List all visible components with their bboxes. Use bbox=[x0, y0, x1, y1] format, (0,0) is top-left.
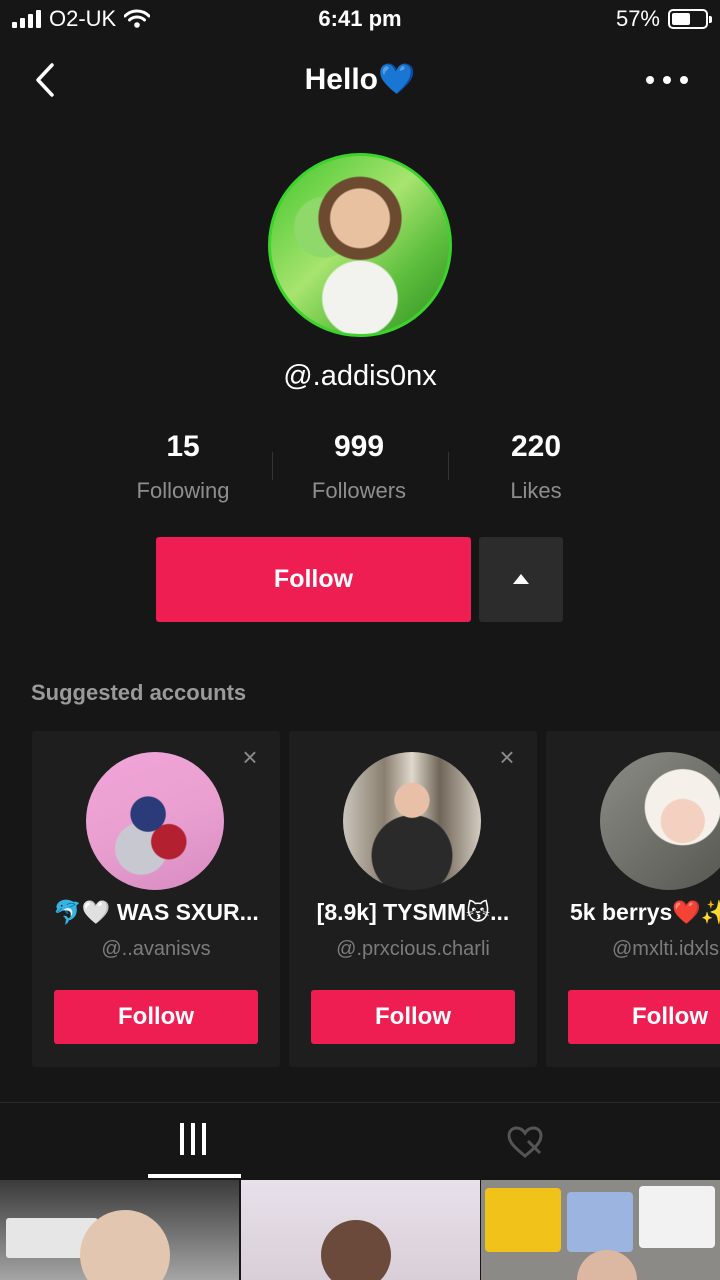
active-tab-indicator bbox=[148, 1174, 241, 1178]
more-dot-icon bbox=[680, 76, 688, 84]
suggested-avatar[interactable] bbox=[86, 752, 224, 890]
suggested-handle: @mxlti.idxls bbox=[612, 938, 719, 960]
more-options-button[interactable] bbox=[646, 76, 688, 84]
follow-button[interactable]: Follow bbox=[156, 537, 471, 622]
suggested-account-card[interactable]: × [8.9k] TYSMM😽... @.prxcious.charli Fol… bbox=[289, 731, 537, 1067]
battery-icon bbox=[668, 9, 712, 29]
page-title: Hello💙 bbox=[304, 63, 416, 96]
caret-up-icon bbox=[513, 574, 529, 584]
tab-videos[interactable] bbox=[0, 1103, 360, 1179]
stat-value: 999 bbox=[333, 430, 385, 463]
video-thumbnail[interactable] bbox=[0, 1180, 239, 1280]
stat-label: Likes bbox=[510, 478, 562, 503]
suggested-follow-button[interactable]: Follow bbox=[568, 990, 720, 1044]
battery-fill bbox=[672, 13, 690, 25]
suggested-account-card[interactable]: × 🐬🤍 WAS SXUR... @..avanisvs Follow bbox=[32, 731, 280, 1067]
videos-grid-icon bbox=[180, 1123, 206, 1155]
suggested-follow-button[interactable]: Follow bbox=[54, 990, 258, 1044]
suggested-handle: @..avanisvs bbox=[101, 938, 211, 960]
profile-avatar[interactable] bbox=[268, 153, 452, 337]
profile-tab-bar bbox=[0, 1102, 720, 1179]
profile-username: @.addis0nx bbox=[283, 360, 437, 392]
stat-value: 15 bbox=[166, 430, 200, 463]
suggested-name: [8.9k] TYSMM😽... bbox=[316, 899, 510, 925]
suggested-avatar[interactable] bbox=[600, 752, 720, 890]
stat-following[interactable]: 15 Following bbox=[95, 430, 271, 504]
video-thumbnail[interactable] bbox=[481, 1180, 720, 1280]
stat-label: Following bbox=[136, 478, 230, 503]
suggested-avatar[interactable] bbox=[343, 752, 481, 890]
stat-followers[interactable]: 999 Followers bbox=[271, 430, 447, 504]
stat-likes[interactable]: 220 Likes bbox=[448, 430, 624, 504]
dismiss-icon[interactable]: × bbox=[238, 744, 262, 770]
tab-liked[interactable] bbox=[360, 1103, 720, 1179]
suggested-name: 🐬🤍 WAS SXUR... bbox=[53, 899, 259, 925]
suggested-name: 5k berrys❤️✨ bbox=[570, 899, 720, 925]
suggested-account-card[interactable]: 5k berrys❤️✨ @mxlti.idxls Follow bbox=[546, 731, 720, 1067]
suggested-follow-button[interactable]: Follow bbox=[311, 990, 515, 1044]
more-dot-icon bbox=[663, 76, 671, 84]
status-time: 6:41 pm bbox=[318, 6, 402, 31]
video-thumbnail[interactable] bbox=[241, 1180, 480, 1280]
profile-header: Hello💙 bbox=[0, 50, 720, 110]
liked-heart-icon bbox=[507, 1126, 543, 1158]
status-bar: O2-UK 6:41 pm 57% bbox=[0, 0, 720, 40]
stat-label: Followers bbox=[311, 478, 407, 503]
stat-value: 220 bbox=[510, 430, 562, 463]
more-dot-icon bbox=[646, 76, 654, 84]
suggested-accounts-title: Suggested accounts bbox=[31, 680, 247, 705]
suggested-handle: @.prxcious.charli bbox=[336, 938, 490, 960]
battery-percent: 57% bbox=[615, 6, 660, 31]
dismiss-icon[interactable]: × bbox=[495, 744, 519, 770]
suggested-toggle-button[interactable] bbox=[479, 537, 563, 622]
